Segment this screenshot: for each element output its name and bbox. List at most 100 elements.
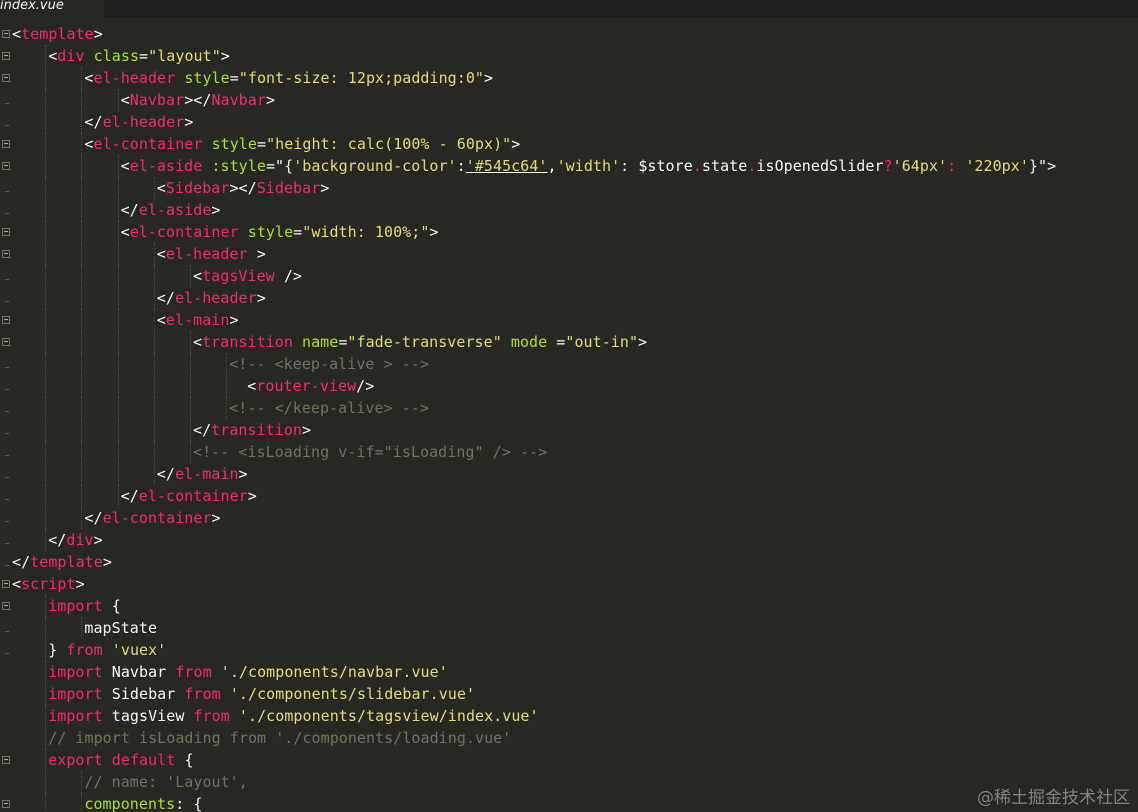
fold-toggle-icon[interactable]: [1, 309, 10, 331]
code-line[interactable]: </template>: [0, 551, 1138, 573]
code-line[interactable]: </el-header>: [0, 287, 1138, 309]
code-line[interactable]: import {: [0, 595, 1138, 617]
indent-guide: [190, 397, 191, 419]
indent-guide: [153, 265, 155, 287]
code-line[interactable]: <template>: [0, 23, 1138, 45]
indent-guide: [81, 485, 83, 507]
indent-guide: [190, 441, 191, 463]
code-line[interactable]: <!-- <isLoading v-if="isLoading" /> -->: [0, 441, 1138, 463]
code-line[interactable]: </el-container>: [0, 507, 1138, 529]
code-token: >: [93, 531, 103, 549]
fold-toggle-icon[interactable]: [1, 595, 10, 617]
indent-guide: [117, 177, 119, 199]
code-token: el-container: [102, 509, 212, 527]
code-token: router-view: [256, 377, 357, 395]
code-line[interactable]: <el-header >: [0, 243, 1138, 265]
code-token: import: [48, 685, 103, 703]
indent-guide: [81, 287, 83, 309]
code-token: transition: [211, 421, 302, 439]
fold-guide-icon: [1, 111, 10, 133]
code-token: {: [175, 751, 194, 769]
code-line[interactable]: components: {: [0, 793, 1138, 812]
code-line[interactable]: </el-header>: [0, 111, 1138, 133]
fold-toggle-icon[interactable]: [1, 221, 10, 243]
indent-guide: [45, 397, 47, 419]
code-token: <: [48, 47, 58, 65]
indent-guide: [81, 265, 83, 287]
indent-guide: [45, 749, 47, 771]
code-token: name: [302, 333, 339, 351]
indent-guide: [45, 463, 47, 485]
code-line[interactable]: <!-- </keep-alive> -->: [0, 397, 1138, 419]
code-token: mode: [510, 333, 548, 351]
code-line[interactable]: <transition name="fade-transverse" mode …: [0, 331, 1138, 353]
fold-toggle-icon[interactable]: [1, 133, 10, 155]
code-line[interactable]: </el-main>: [0, 463, 1138, 485]
code-line[interactable]: import tagsView from './components/tagsv…: [0, 705, 1138, 727]
fold-toggle-icon[interactable]: [1, 155, 10, 177]
code-line[interactable]: <Navbar></Navbar>: [0, 89, 1138, 111]
code-line[interactable]: <tagsView />: [0, 265, 1138, 287]
code-token: './components/tagsview/index.vue': [238, 707, 539, 725]
code-line[interactable]: <el-container style="height: calc(100% -…: [0, 133, 1138, 155]
fold-toggle-icon[interactable]: [1, 793, 10, 812]
code-line[interactable]: <!-- <keep-alive > -->: [0, 353, 1138, 375]
code-line[interactable]: <el-container style="width: 100%;">: [0, 221, 1138, 243]
code-line[interactable]: mapState: [0, 617, 1138, 639]
code-line[interactable]: <Sidebar></Sidebar>: [0, 177, 1138, 199]
code-token: // import isLoading from './components/l…: [48, 729, 512, 747]
code-token: >: [301, 421, 312, 439]
code-line[interactable]: </el-container>: [0, 485, 1138, 507]
fold-toggle-icon[interactable]: [1, 67, 10, 89]
code-line[interactable]: </div>: [0, 529, 1138, 551]
fold-toggle-icon[interactable]: [1, 23, 10, 45]
fold-toggle-icon[interactable]: [1, 749, 10, 771]
code-line[interactable]: import Sidebar from './components/slideb…: [0, 683, 1138, 705]
code-token: }">: [1028, 157, 1057, 175]
code-token: Navbar: [129, 91, 185, 109]
code-token: '#545c64': [465, 157, 548, 175]
indent-guide: [81, 199, 83, 221]
code-token: : $store: [620, 157, 693, 175]
fold-toggle-icon[interactable]: [1, 45, 10, 67]
code-text: <script>: [12, 573, 85, 595]
indent-guide: [117, 463, 119, 485]
indent-guide: [190, 419, 191, 441]
tab-index-vue[interactable]: index.vue: [0, 0, 104, 18]
code-line[interactable]: <script>: [0, 573, 1138, 595]
indent-guide: [45, 133, 47, 155]
code-line[interactable]: <el-aside :style="{'background-color':'#…: [0, 155, 1138, 177]
code-area[interactable]: <template> <div class="layout"> <el-header…: [0, 23, 1138, 812]
code-text: <el-container style="height: calc(100% -…: [84, 133, 520, 155]
indent-guide: [81, 507, 83, 529]
code-token: }: [48, 641, 67, 659]
code-line[interactable]: // import isLoading from './components/l…: [0, 727, 1138, 749]
code-line[interactable]: <el-header style="font-size: 12px;paddin…: [0, 67, 1138, 89]
fold-guide-icon: [1, 397, 10, 419]
fold-guide-icon: [1, 177, 10, 199]
fold-toggle-icon[interactable]: [1, 243, 10, 265]
code-line[interactable]: export default {: [0, 749, 1138, 771]
code-token: </: [48, 531, 67, 549]
code-line[interactable]: <router-view/>: [0, 375, 1138, 397]
code-token: el-header: [165, 245, 248, 263]
indent-guide: [117, 309, 119, 331]
code-line[interactable]: import Navbar from './components/navbar.…: [0, 661, 1138, 683]
indent-guide: [153, 397, 155, 419]
fold-toggle-icon[interactable]: [1, 331, 10, 353]
code-token: '64px': [892, 157, 948, 175]
code-line[interactable]: <el-main>: [0, 309, 1138, 331]
code-line[interactable]: </transition>: [0, 419, 1138, 441]
code-line[interactable]: <div class="layout">: [0, 45, 1138, 67]
indent-guide: [81, 419, 83, 441]
code-line[interactable]: } from 'vuex': [0, 639, 1138, 661]
indent-guide: [190, 375, 191, 397]
indent-guide: [45, 529, 47, 551]
code-line[interactable]: // name: 'Layout',: [0, 771, 1138, 793]
code-line[interactable]: </el-aside>: [0, 199, 1138, 221]
fold-toggle-icon[interactable]: [1, 573, 10, 595]
code-token: </: [84, 113, 103, 131]
fold-guide-icon: [1, 485, 10, 507]
